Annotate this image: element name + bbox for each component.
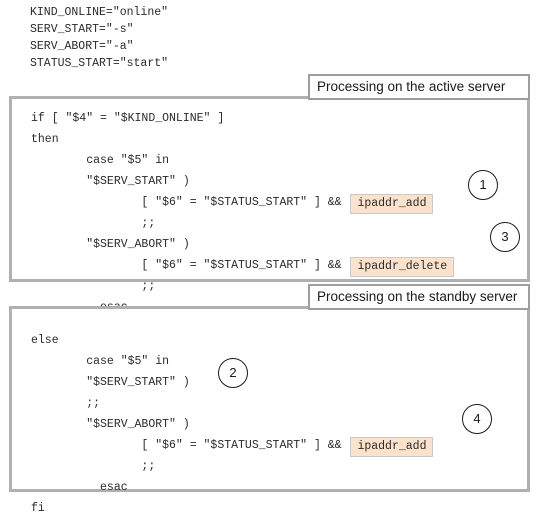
code-line: "$SERV_START" ) xyxy=(31,171,456,192)
code-text: then xyxy=(31,133,59,146)
highlighted-command-ipaddr-add: ipaddr_add xyxy=(350,194,434,214)
variable-declaration-line: KIND_ONLINE="online" xyxy=(30,6,169,19)
code-text: ;; xyxy=(31,217,156,230)
code-text: else xyxy=(31,334,59,347)
panel-standby-server: else case "$5" in "$SERV_START" ) ;; "$S… xyxy=(9,306,530,515)
code-text: ;; xyxy=(31,460,156,473)
code-text: if [ "$4" = "$KIND_ONLINE" ] xyxy=(31,112,225,125)
step-marker-3: 3 xyxy=(490,222,520,252)
highlighted-command-ipaddr-add: ipaddr_add xyxy=(350,437,434,457)
code-text: esac xyxy=(31,481,128,494)
step-marker-4: 4 xyxy=(462,404,492,434)
code-line: case "$5" in xyxy=(31,150,456,171)
code-text: [ "$6" = "$STATUS_START" ] && xyxy=(31,196,349,209)
code-line: ;; xyxy=(31,456,435,477)
code-text: case "$5" in xyxy=(31,154,170,167)
code-text: ;; xyxy=(31,280,156,293)
code-line: else xyxy=(31,330,435,351)
code-line: [ "$6" = "$STATUS_START" ] && ipaddr_add xyxy=(31,192,456,214)
variable-declaration-line: STATUS_START="start" xyxy=(30,57,169,70)
variable-declarations: KIND_ONLINE="online" SERV_START="-s" SERV_… xyxy=(30,4,168,72)
code-text: "$SERV_START" ) xyxy=(31,376,190,389)
code-text: "$SERV_ABORT" ) xyxy=(31,418,190,431)
code-line: esac xyxy=(31,477,435,498)
code-line: ;; xyxy=(31,213,456,234)
code-line: fi xyxy=(31,498,435,519)
code-text: [ "$6" = "$STATUS_START" ] && xyxy=(31,259,349,272)
code-text: "$SERV_ABORT" ) xyxy=(31,238,190,251)
code-line: [ "$6" = "$STATUS_START" ] && ipaddr_del… xyxy=(31,255,456,277)
variable-declaration-line: SERV_ABORT="-a" xyxy=(30,40,134,53)
code-line: if [ "$4" = "$KIND_ONLINE" ] xyxy=(31,108,456,129)
code-text: fi xyxy=(31,502,45,515)
panel-header-active-server: Processing on the active server xyxy=(308,74,530,100)
code-line: "$SERV_ABORT" ) xyxy=(31,414,435,435)
code-line: ;; xyxy=(31,393,435,414)
code-line: then xyxy=(31,129,456,150)
step-marker-1: 1 xyxy=(468,170,498,200)
code-line: [ "$6" = "$STATUS_START" ] && ipaddr_add xyxy=(31,435,435,457)
code-line: "$SERV_ABORT" ) xyxy=(31,234,456,255)
code-text: ;; xyxy=(31,397,101,410)
code-text: "$SERV_START" ) xyxy=(31,175,190,188)
panel-active-server: if [ "$4" = "$KIND_ONLINE" ] then case "$… xyxy=(9,96,530,314)
code-text: case "$5" in xyxy=(31,355,170,368)
step-marker-2: 2 xyxy=(218,358,248,388)
panel-header-standby-server: Processing on the standby server xyxy=(308,284,530,310)
variable-declaration-line: SERV_START="-s" xyxy=(30,23,134,36)
code-text: [ "$6" = "$STATUS_START" ] && xyxy=(31,439,349,452)
highlighted-command-ipaddr-delete: ipaddr_delete xyxy=(350,257,455,277)
